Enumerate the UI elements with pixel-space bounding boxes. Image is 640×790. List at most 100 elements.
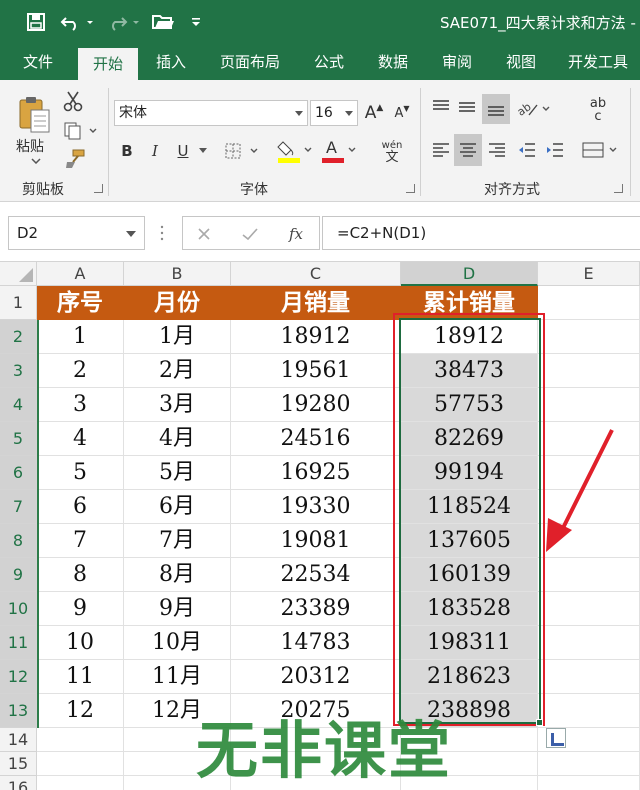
header-cell[interactable]: 月份 [124,286,231,320]
table-cell[interactable]: 22534 [231,558,401,592]
table-cell[interactable] [538,456,640,490]
column-header-a[interactable]: A [37,262,124,286]
table-cell[interactable] [538,558,640,592]
row-header[interactable]: 4 [0,388,37,422]
customize-icon[interactable] [188,10,204,34]
column-header-c[interactable]: C [231,262,401,286]
align-left-icon[interactable] [428,136,454,164]
table-cell[interactable]: 160139 [401,558,538,592]
cut-icon[interactable] [60,88,86,114]
table-cell[interactable]: 7月 [124,524,231,558]
table-cell[interactable]: 1月 [124,320,231,354]
tab-data[interactable]: 数据 [368,44,418,80]
table-cell[interactable]: 6月 [124,490,231,524]
grow-font-button[interactable]: A ▲ [364,100,384,126]
paste-icon[interactable] [14,92,54,136]
table-cell[interactable]: 19561 [231,354,401,388]
redo-icon[interactable] [104,10,144,34]
quick-analysis-icon[interactable] [546,728,566,748]
fill-handle[interactable] [536,719,543,726]
row-header[interactable]: 14 [0,728,37,752]
table-cell[interactable]: 137605 [401,524,538,558]
table-cell[interactable]: 99194 [401,456,538,490]
wrap-text-button[interactable]: ab c [578,92,618,128]
table-cell[interactable]: 16925 [231,456,401,490]
table-cell[interactable]: 19081 [231,524,401,558]
table-cell[interactable]: 12 [37,694,124,728]
table-cell[interactable] [538,626,640,660]
column-header-e[interactable]: E [538,262,640,286]
row-header[interactable]: 15 [0,752,37,776]
font-color-icon[interactable]: A [320,136,360,166]
formula-bar-grip-icon[interactable] [160,224,164,242]
table-cell[interactable]: 19280 [231,388,401,422]
paste-button[interactable]: 粘贴 [16,136,44,156]
font-launcher-icon[interactable] [406,184,415,193]
row-header[interactable]: 5 [0,422,37,456]
table-cell[interactable]: 20312 [231,660,401,694]
column-header-d[interactable]: D [401,262,538,286]
table-cell[interactable]: 18912 [231,320,401,354]
table-cell[interactable]: 4月 [124,422,231,456]
align-center-icon[interactable] [454,134,482,166]
tab-developer[interactable]: 开发工具 [560,44,636,80]
row-header[interactable]: 10 [0,592,37,626]
table-cell[interactable] [538,354,640,388]
row-header[interactable]: 8 [0,524,37,558]
row-header[interactable]: 7 [0,490,37,524]
table-cell[interactable]: 198311 [401,626,538,660]
row-header[interactable]: 11 [0,626,37,660]
table-cell[interactable] [538,320,640,354]
tab-file[interactable]: 文件 [10,44,66,80]
table-cell[interactable]: 14783 [231,626,401,660]
insert-function-button[interactable]: fx [283,221,309,247]
row-header[interactable]: 16 [0,776,37,790]
row-header[interactable]: 12 [0,660,37,694]
font-size-combo[interactable]: 16 [310,100,358,126]
table-cell[interactable]: 9月 [124,592,231,626]
borders-icon[interactable] [222,138,262,164]
orientation-icon[interactable]: ab [514,94,554,122]
table-cell[interactable]: 8月 [124,558,231,592]
fill-color-icon[interactable] [276,136,316,166]
row-header[interactable]: 2 [0,320,37,354]
table-cell[interactable]: 9 [37,592,124,626]
tab-review[interactable]: 审阅 [432,44,482,80]
table-cell[interactable]: 18912 [401,320,538,354]
row-header[interactable]: 3 [0,354,37,388]
table-cell[interactable] [37,728,124,752]
alignment-launcher-icon[interactable] [614,184,623,193]
row-header[interactable]: 9 [0,558,37,592]
align-bottom-icon[interactable] [482,94,510,124]
table-cell[interactable]: 10 [37,626,124,660]
table-cell[interactable]: 8 [37,558,124,592]
table-cell[interactable]: 1 [37,320,124,354]
select-all-corner[interactable] [0,262,37,286]
table-cell[interactable] [37,776,124,790]
table-cell[interactable]: 183528 [401,592,538,626]
table-cell[interactable] [37,752,124,776]
table-cell[interactable]: 7 [37,524,124,558]
align-right-icon[interactable] [484,136,510,164]
table-cell[interactable] [538,422,640,456]
row-header[interactable]: 1 [0,286,37,320]
table-cell[interactable]: 11月 [124,660,231,694]
table-cell[interactable] [538,660,640,694]
increase-indent-icon[interactable] [542,136,568,164]
tab-insert[interactable]: 插入 [146,44,196,80]
header-cell[interactable]: 序号 [37,286,124,320]
table-cell[interactable]: 3 [37,388,124,422]
align-middle-icon[interactable] [454,94,480,120]
underline-button[interactable]: U [172,138,194,164]
tab-home[interactable]: 开始 [78,48,138,80]
table-cell[interactable]: 2 [37,354,124,388]
tab-view[interactable]: 视图 [496,44,546,80]
italic-button[interactable]: I [144,138,166,164]
cancel-icon[interactable] [193,223,215,245]
row-header[interactable]: 13 [0,694,37,728]
table-cell[interactable] [538,286,640,320]
decrease-indent-icon[interactable] [514,136,540,164]
align-top-icon[interactable] [428,94,454,120]
row-header[interactable]: 6 [0,456,37,490]
table-cell[interactable]: 6 [37,490,124,524]
